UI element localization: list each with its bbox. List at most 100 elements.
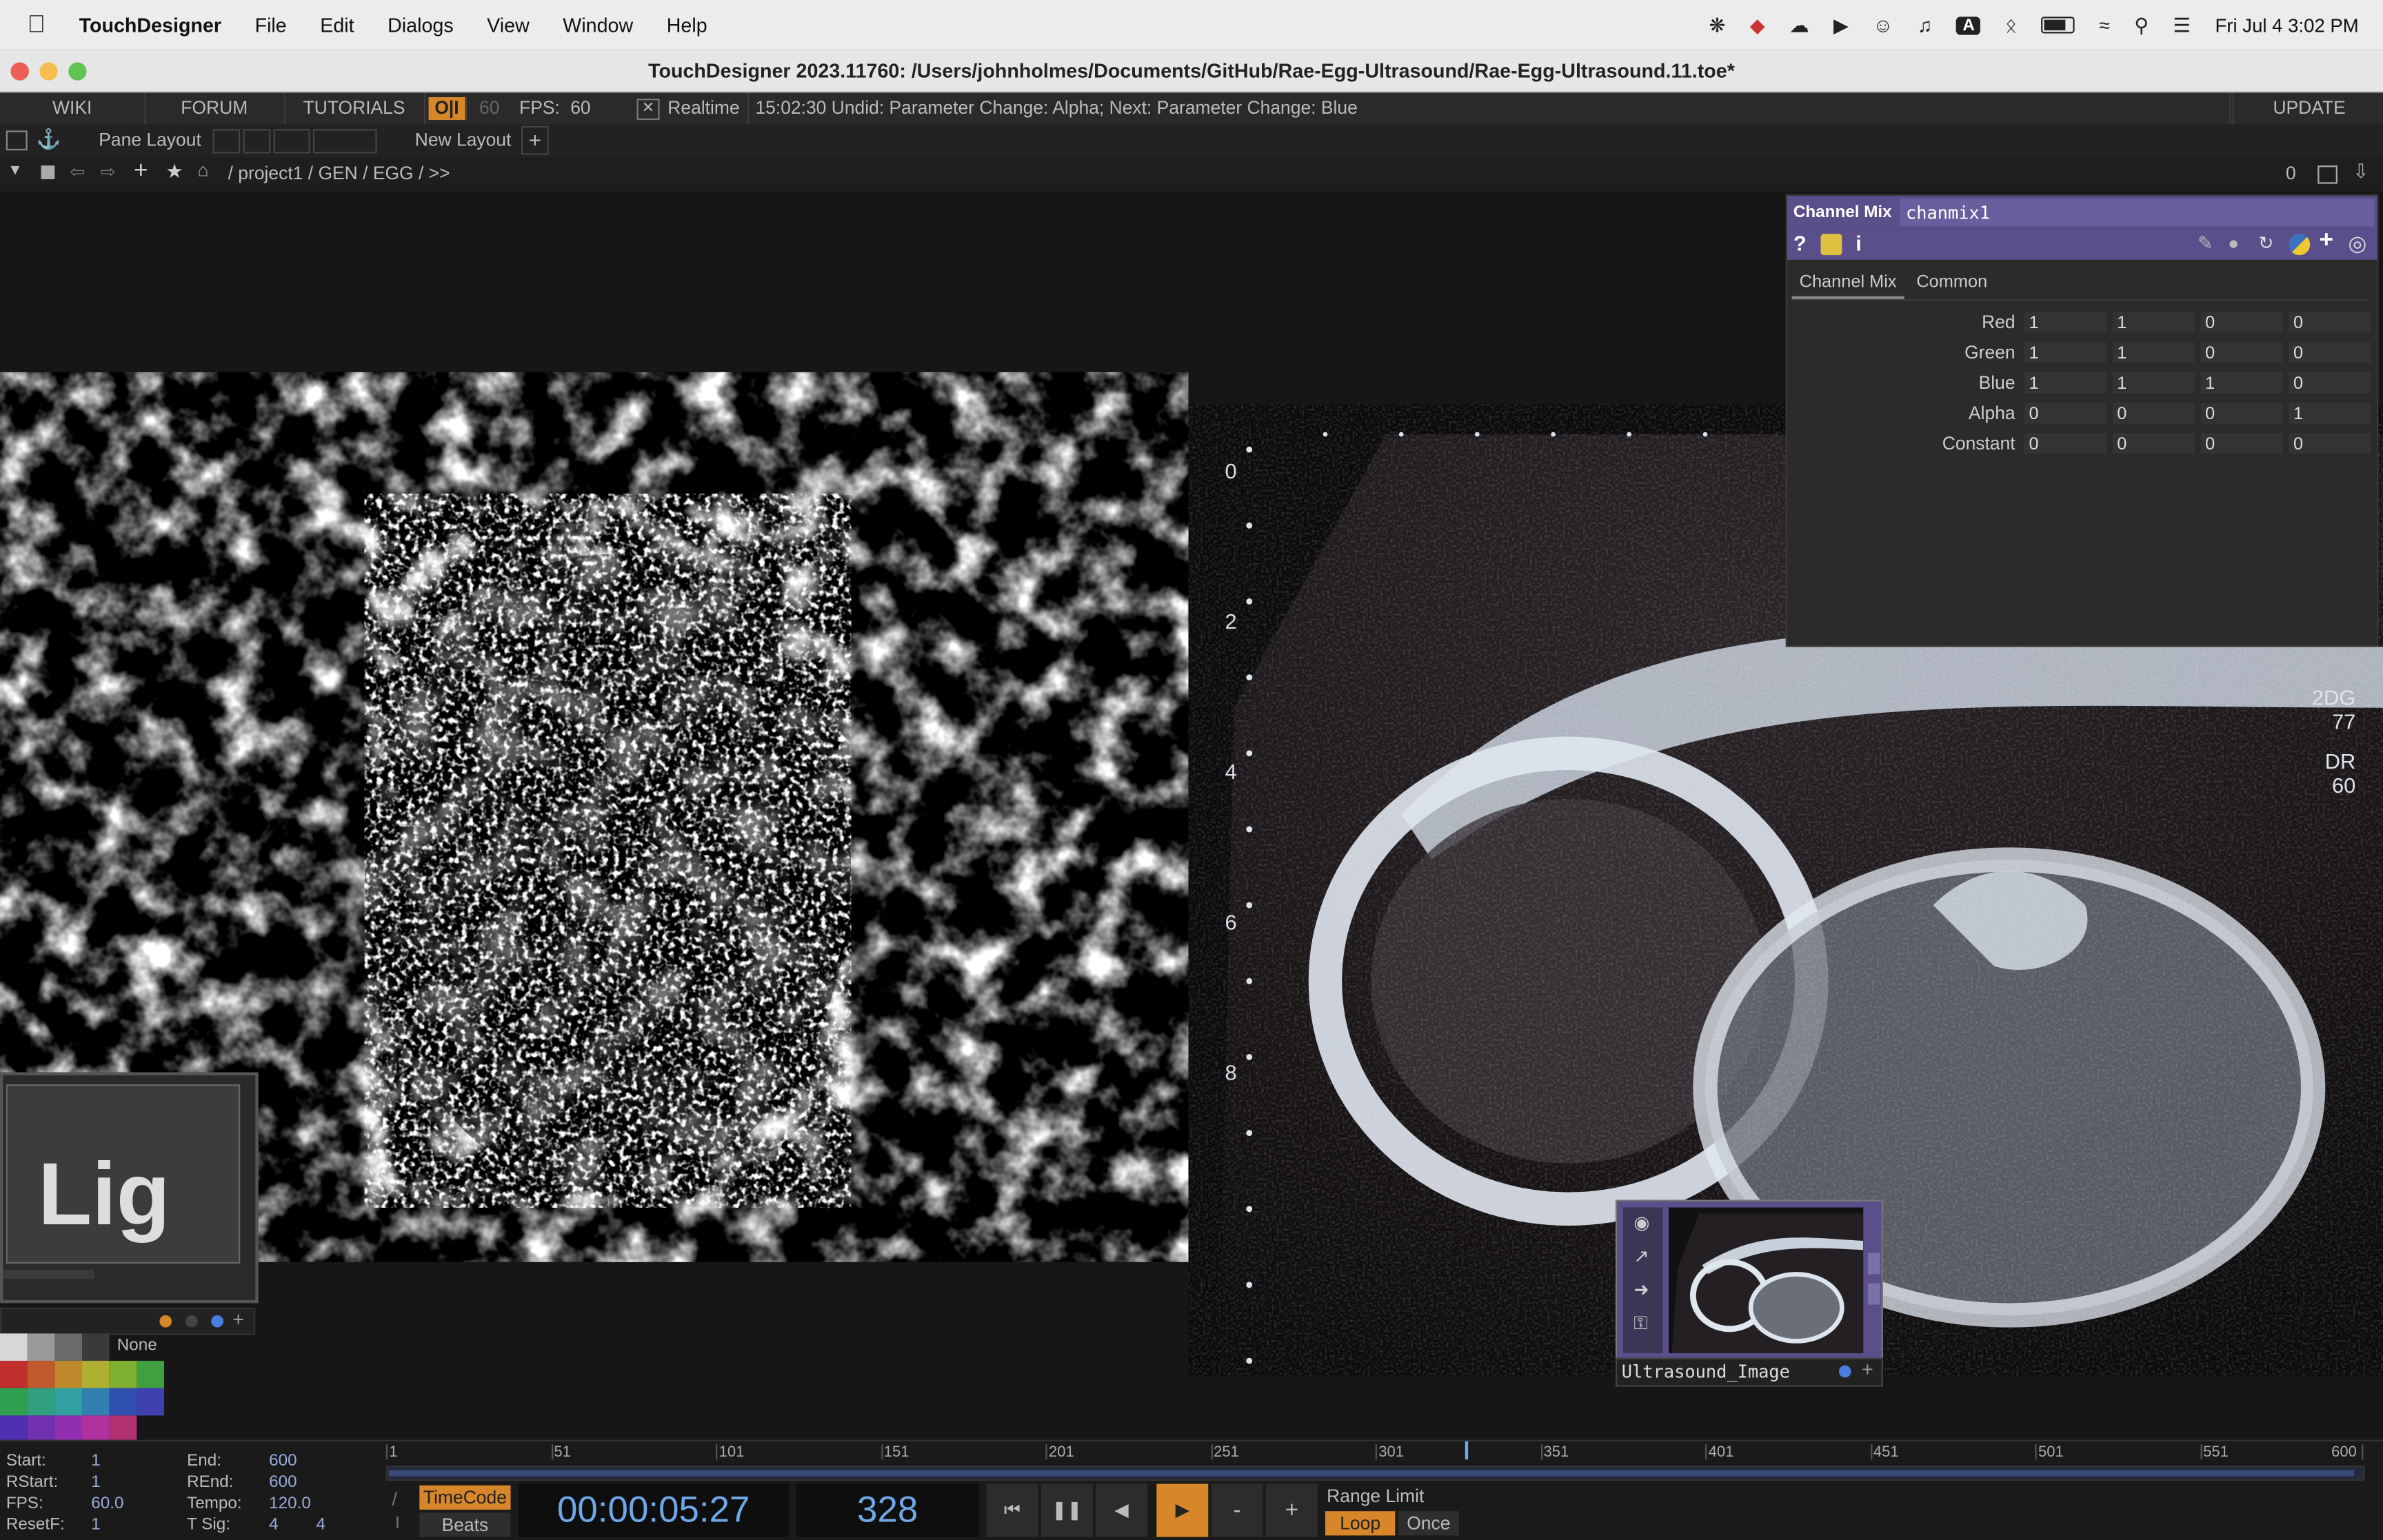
step-back-button[interactable]: - [1211, 1483, 1263, 1537]
param-value-field[interactable]: 0 [2022, 431, 2109, 456]
op-name-field[interactable]: chanmix1 [1900, 199, 2374, 227]
cloud-icon[interactable]: ☁ [1789, 13, 1809, 37]
cursor-icon[interactable]: I [395, 1514, 400, 1532]
maximize-pane-icon[interactable] [2317, 165, 2337, 184]
maximize-window-button[interactable] [68, 62, 87, 81]
rstart-value[interactable]: 1 [91, 1473, 101, 1491]
add-icon[interactable]: + [2319, 227, 2333, 255]
palette-swatch[interactable] [54, 1333, 83, 1361]
palette-swatch[interactable] [0, 1415, 28, 1443]
param-value-field[interactable]: 0 [2199, 340, 2284, 365]
battery-icon[interactable] [2041, 17, 2075, 34]
control-center-icon[interactable]: ☰ [2173, 13, 2191, 37]
star-icon[interactable]: ★ [165, 159, 183, 183]
bypass-icon[interactable]: ↻ [2258, 232, 2273, 254]
python-icon[interactable] [2289, 234, 2311, 256]
menu-edit[interactable]: Edit [320, 14, 354, 37]
node-add-icon[interactable]: + [1862, 1358, 1873, 1381]
download-icon[interactable]: ⇩ [2353, 159, 2369, 183]
param-value-field[interactable]: 1 [2022, 340, 2109, 365]
dropdown-icon[interactable]: ▼ [8, 163, 23, 179]
timeline-track[interactable] [385, 1466, 2365, 1481]
end-value[interactable]: 600 [269, 1452, 296, 1470]
node-flag-gray-icon[interactable] [185, 1315, 198, 1328]
help-icon[interactable]: ? [1793, 231, 1807, 255]
close-window-button[interactable] [10, 62, 29, 81]
stop-icon[interactable] [41, 165, 55, 179]
app-menu[interactable]: TouchDesigner [79, 14, 221, 37]
palette-none[interactable]: None [117, 1337, 157, 1355]
layout-preset-icon[interactable] [313, 129, 377, 154]
node-connector[interactable] [1867, 1253, 1880, 1275]
network-path[interactable]: / project1 / GEN / EGG / >> [228, 163, 450, 184]
headphones-icon[interactable]: ♫ [1918, 14, 1932, 37]
add-icon[interactable]: + [134, 158, 148, 185]
ultrasound-image-node[interactable]: ◉ ↗ ➜ ⚿ [1615, 1199, 1883, 1361]
python-help-icon[interactable] [1820, 234, 1842, 256]
param-value-field[interactable]: 1 [2111, 340, 2196, 365]
once-button[interactable]: Once [1398, 1511, 1459, 1536]
palette-swatch[interactable] [82, 1333, 110, 1361]
palette-swatch[interactable] [27, 1415, 55, 1443]
layout-preset-icon[interactable] [212, 129, 241, 154]
oi-toggle[interactable]: O|I [428, 97, 467, 121]
param-value-field[interactable]: 0 [2111, 431, 2196, 456]
param-value-field[interactable]: 1 [2111, 370, 2196, 395]
param-value-field[interactable]: 0 [2287, 370, 2373, 395]
pause-button[interactable]: ❚❚ [1040, 1483, 1093, 1537]
timeline-ruler[interactable]: 1 51 101 151 201 251 301 351 401 451 501 551 600 [385, 1441, 2374, 1481]
pane-icon[interactable] [6, 130, 28, 151]
param-value-field[interactable]: 1 [2287, 401, 2373, 425]
edit-icon[interactable]: ✎ [2198, 232, 2213, 254]
play-reverse-button[interactable]: ◀ [1096, 1483, 1148, 1537]
start-value[interactable]: 1 [91, 1452, 101, 1470]
param-value-field[interactable]: 1 [2199, 370, 2284, 395]
palette-swatch[interactable] [54, 1361, 83, 1388]
step-forward-button[interactable]: + [1266, 1483, 1318, 1537]
palette-swatch[interactable] [137, 1388, 165, 1416]
key-icon[interactable]: ⚿ [1633, 1313, 1647, 1335]
resetf-value[interactable]: 1 [91, 1516, 101, 1534]
spotlight-search-icon[interactable]: ⚲ [2134, 13, 2149, 37]
dropbox-icon[interactable]: ◆ [1750, 13, 1765, 37]
edit-slash-icon[interactable]: / [392, 1488, 397, 1510]
layout-preset-icon[interactable] [243, 129, 271, 154]
update-button[interactable]: UPDATE [2232, 92, 2383, 125]
menu-dialogs[interactable]: Dialogs [388, 14, 454, 37]
palette-swatch[interactable] [0, 1361, 28, 1388]
apple-icon[interactable]:  [28, 12, 46, 39]
light-node[interactable]: Lig [0, 1072, 259, 1304]
viewer-icon[interactable]: ◉ [1633, 1212, 1649, 1233]
graph-icon[interactable]: ↗ [1633, 1246, 1649, 1267]
tutorials-button[interactable]: TUTORIALS [284, 92, 426, 125]
palette-swatch[interactable] [82, 1415, 110, 1443]
pane-layout-label[interactable]: Pane Layout [99, 129, 201, 150]
frame-display[interactable]: 328 [796, 1483, 979, 1537]
node-flag-orange-icon[interactable] [159, 1315, 172, 1328]
go-to-start-button[interactable]: ⏮ [986, 1483, 1038, 1537]
param-value-field[interactable]: 1 [2022, 310, 2109, 334]
minimize-window-button[interactable] [39, 62, 58, 81]
timecode-display[interactable]: 00:00:05:27 [518, 1483, 789, 1537]
forum-button[interactable]: FORUM [144, 92, 286, 125]
tempo-value[interactable]: 120.0 [269, 1495, 311, 1512]
menu-view[interactable]: View [487, 14, 530, 37]
param-value-field[interactable]: 0 [2111, 401, 2196, 425]
palette-swatch[interactable] [109, 1415, 137, 1443]
loop-button[interactable]: Loop [1325, 1511, 1396, 1536]
palette-swatch[interactable] [137, 1361, 165, 1388]
node-flag-blue-icon[interactable] [211, 1315, 224, 1328]
menu-help[interactable]: Help [667, 14, 707, 37]
playhead[interactable] [1465, 1441, 1468, 1460]
palette-swatch[interactable] [27, 1333, 55, 1361]
tab-common[interactable]: Common [1912, 269, 1992, 296]
comment-icon[interactable]: ● [2228, 232, 2239, 254]
node-name[interactable]: Ultrasound_Image [1622, 1361, 1790, 1382]
palette-swatch[interactable] [27, 1361, 55, 1388]
param-value-field[interactable]: 1 [2111, 310, 2196, 334]
anchor-icon[interactable]: ⚓ [37, 128, 61, 152]
node-flag-blue-icon[interactable] [1838, 1365, 1851, 1378]
wiki-button[interactable]: WIKI [0, 92, 146, 125]
fps-value[interactable]: 60.0 [91, 1495, 123, 1512]
play-circle-icon[interactable]: ▶ [1833, 13, 1849, 37]
